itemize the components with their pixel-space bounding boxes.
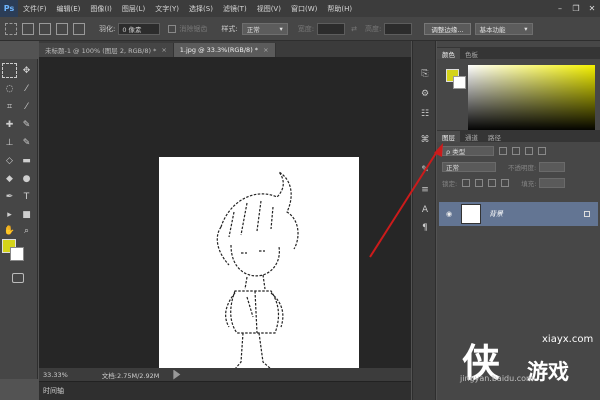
arrow-shaft xyxy=(369,149,439,258)
watermark-subtext: jingyan.baidu.com xyxy=(460,374,534,383)
watermark-domain: xiayx.com xyxy=(542,334,594,345)
watermark: 侠 xiayx.com 游戏 jingyan.baidu.com xyxy=(432,322,600,400)
